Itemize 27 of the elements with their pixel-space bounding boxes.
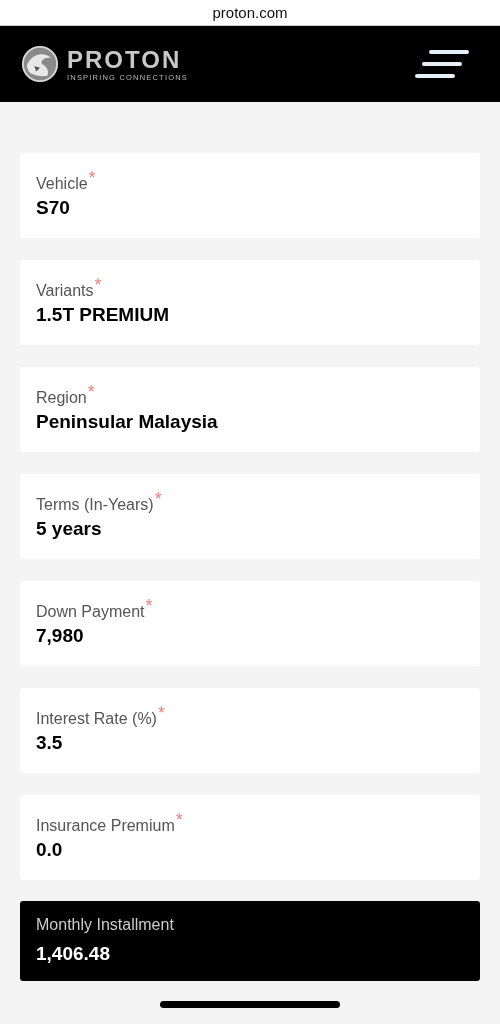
field-label: Monthly Installment <box>36 916 174 934</box>
field-label: Insurance Premium <box>36 816 175 835</box>
required-mark: * <box>88 170 96 186</box>
field-value: 0.0 <box>36 839 64 861</box>
required-mark: * <box>154 491 162 507</box>
field-value: 1,406.48 <box>36 943 111 965</box>
brand-name: PROTON <box>67 46 183 73</box>
required-mark: * <box>157 705 165 721</box>
home-indicator[interactable] <box>160 1000 340 1008</box>
field-value: 3.5 <box>36 732 64 754</box>
field-value: 1.5T PREMIUM <box>36 304 171 326</box>
url-text[interactable]: proton.com <box>212 4 288 21</box>
field-label: Interest Rate (%) <box>36 709 157 728</box>
required-mark: * <box>145 598 153 614</box>
field-label: Region <box>36 388 87 407</box>
required-mark: * <box>175 812 183 828</box>
required-mark: * <box>94 277 102 293</box>
field-value: 5 years <box>36 518 103 540</box>
required-mark: * <box>87 384 95 400</box>
field-value: S70 <box>36 197 71 219</box>
field-label: Variants <box>36 281 94 300</box>
menu-icon[interactable] <box>415 48 469 80</box>
field-value: Peninsular Malaysia <box>36 411 219 433</box>
field-label: Vehicle <box>36 174 88 193</box>
field-label: Terms (In-Years) <box>36 495 154 514</box>
field-label: Down Payment <box>36 602 145 621</box>
field-value: 7,980 <box>36 625 85 647</box>
